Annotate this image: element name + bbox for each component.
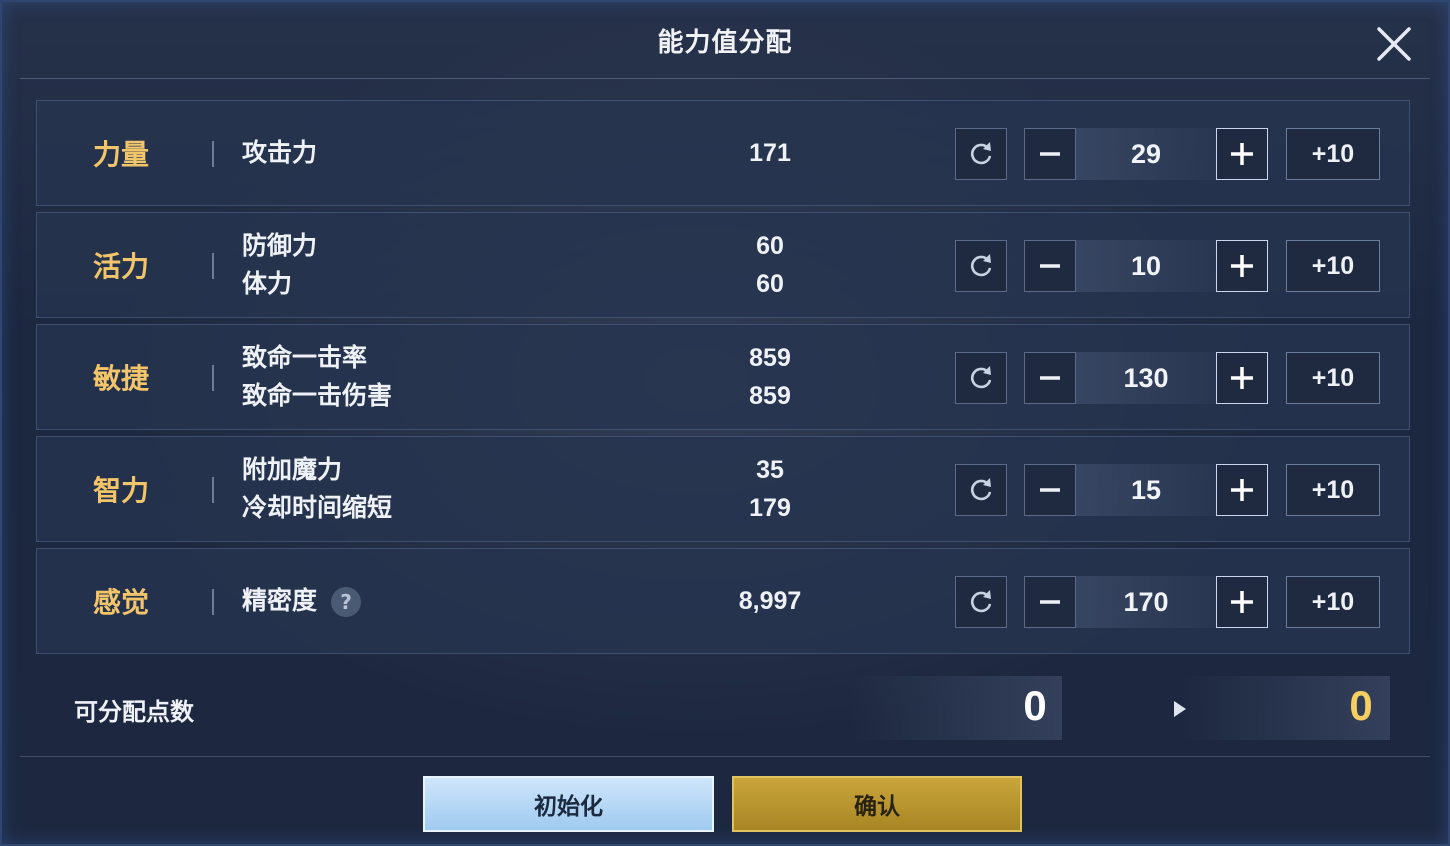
attribute-label: 冷却时间缩短 — [242, 493, 393, 522]
attribute-labels: 精密度? — [242, 549, 362, 653]
plus-ten-button[interactable]: +10 — [1286, 352, 1380, 404]
plus-icon — [1231, 479, 1253, 501]
attribute-label: 致命一击伤害 — [242, 381, 393, 410]
stat-name: 敏捷 — [93, 362, 150, 395]
footer-divider — [20, 756, 1430, 757]
refresh-icon — [970, 590, 992, 613]
attribute-label: 附加魔力 — [242, 455, 343, 484]
increase-button[interactable] — [1216, 352, 1268, 404]
row-divider — [212, 365, 214, 391]
decrease-button[interactable] — [1024, 352, 1076, 404]
row-divider — [212, 253, 214, 279]
plus-ten-button[interactable]: +10 — [1286, 576, 1380, 628]
row-divider — [212, 477, 214, 503]
help-icon[interactable]: ? — [331, 586, 362, 617]
attribute-values: 35 179 — [697, 437, 843, 541]
attribute-value: 35 — [756, 456, 784, 484]
plus-ten-button[interactable]: +10 — [1286, 464, 1380, 516]
minus-icon — [1040, 264, 1060, 268]
allocated-points: 130 — [1076, 352, 1216, 404]
plus-icon — [1231, 367, 1253, 389]
initialize-button[interactable]: 初始化 — [423, 776, 714, 832]
confirm-button[interactable]: 确认 — [732, 776, 1022, 832]
reset-stat-button[interactable] — [955, 128, 1007, 180]
increase-button[interactable] — [1216, 464, 1268, 516]
attribute-label: 致命一击率 — [242, 343, 368, 372]
stat-row-perception: 感觉 精密度? 8,997 170 +10 — [36, 548, 1410, 654]
attribute-value: 179 — [749, 494, 791, 522]
allocated-points: 10 — [1076, 240, 1216, 292]
after-points-value: 0 — [1349, 682, 1373, 729]
attribute-values: 8,997 — [697, 549, 843, 653]
stat-row-vitality: 活力 防御力 体力 60 60 10 +10 — [36, 212, 1410, 318]
row-divider — [212, 141, 214, 167]
increase-button[interactable] — [1216, 128, 1268, 180]
attribute-label-row: 精密度? — [242, 585, 362, 617]
attribute-label: 体力 — [242, 269, 293, 298]
stat-row-intelligence: 智力 附加魔力 冷却时间缩短 35 179 15 +10 — [36, 436, 1410, 542]
increase-button[interactable] — [1216, 240, 1268, 292]
stat-name: 感觉 — [93, 586, 150, 619]
stat-name: 力量 — [93, 138, 150, 171]
reset-stat-button[interactable] — [955, 464, 1007, 516]
stat-row-strength: 力量 攻击力 171 29 +10 — [36, 100, 1410, 206]
reset-stat-button[interactable] — [955, 352, 1007, 404]
allocated-points: 29 — [1076, 128, 1216, 180]
allocated-points: 15 — [1076, 464, 1216, 516]
stat-name: 活力 — [93, 250, 150, 283]
attribute-labels: 防御力 体力 — [242, 213, 317, 317]
refresh-icon — [970, 478, 992, 501]
attribute-value: 8,997 — [738, 587, 802, 615]
minus-icon — [1040, 488, 1060, 492]
close-button[interactable] — [1374, 24, 1414, 64]
distributable-points-label: 可分配点数 — [74, 698, 194, 726]
attribute-value: 859 — [749, 382, 791, 410]
increase-button[interactable] — [1216, 576, 1268, 628]
allocated-points: 170 — [1076, 576, 1216, 628]
row-divider — [212, 589, 214, 615]
minus-icon — [1040, 600, 1060, 604]
plus-icon — [1231, 255, 1253, 277]
plus-icon — [1231, 591, 1253, 613]
attribute-values: 859 859 — [697, 325, 843, 429]
reset-stat-button[interactable] — [955, 240, 1007, 292]
decrease-button[interactable] — [1024, 128, 1076, 180]
reset-stat-button[interactable] — [955, 576, 1007, 628]
attribute-labels: 攻击力 — [242, 101, 317, 205]
attribute-values: 60 60 — [697, 213, 843, 317]
stat-name: 智力 — [93, 474, 150, 507]
header-divider — [20, 78, 1430, 79]
close-icon — [1377, 27, 1411, 61]
attribute-label: 精密度 — [242, 585, 318, 615]
plus-ten-button[interactable]: +10 — [1286, 128, 1380, 180]
decrease-button[interactable] — [1024, 464, 1076, 516]
minus-icon — [1040, 376, 1060, 380]
attribute-value: 60 — [756, 270, 784, 298]
attribute-label: 防御力 — [242, 231, 318, 260]
attribute-label: 攻击力 — [242, 138, 318, 167]
decrease-button[interactable] — [1024, 576, 1076, 628]
dialog-title: 能力值分配 — [657, 28, 793, 58]
refresh-icon — [970, 366, 992, 389]
attribute-labels: 致命一击率 致命一击伤害 — [242, 325, 392, 429]
attribute-value: 171 — [749, 139, 791, 167]
arrow-right-icon — [1174, 701, 1186, 717]
decrease-button[interactable] — [1024, 240, 1076, 292]
stat-row-agility: 敏捷 致命一击率 致命一击伤害 859 859 130 +10 — [36, 324, 1410, 430]
attribute-value: 859 — [749, 344, 791, 372]
minus-icon — [1040, 152, 1060, 156]
stat-list: 力量 攻击力 171 29 +10 活力 防御力 体力 60 60 10 +10… — [36, 100, 1410, 660]
attribute-labels: 附加魔力 冷却时间缩短 — [242, 437, 392, 541]
attribute-values: 171 — [697, 101, 843, 205]
refresh-icon — [970, 142, 992, 165]
plus-ten-button[interactable]: +10 — [1286, 240, 1380, 292]
refresh-icon — [970, 254, 992, 277]
current-points-value: 0 — [1023, 682, 1047, 729]
attribute-value: 60 — [756, 232, 784, 260]
plus-icon — [1231, 143, 1253, 165]
